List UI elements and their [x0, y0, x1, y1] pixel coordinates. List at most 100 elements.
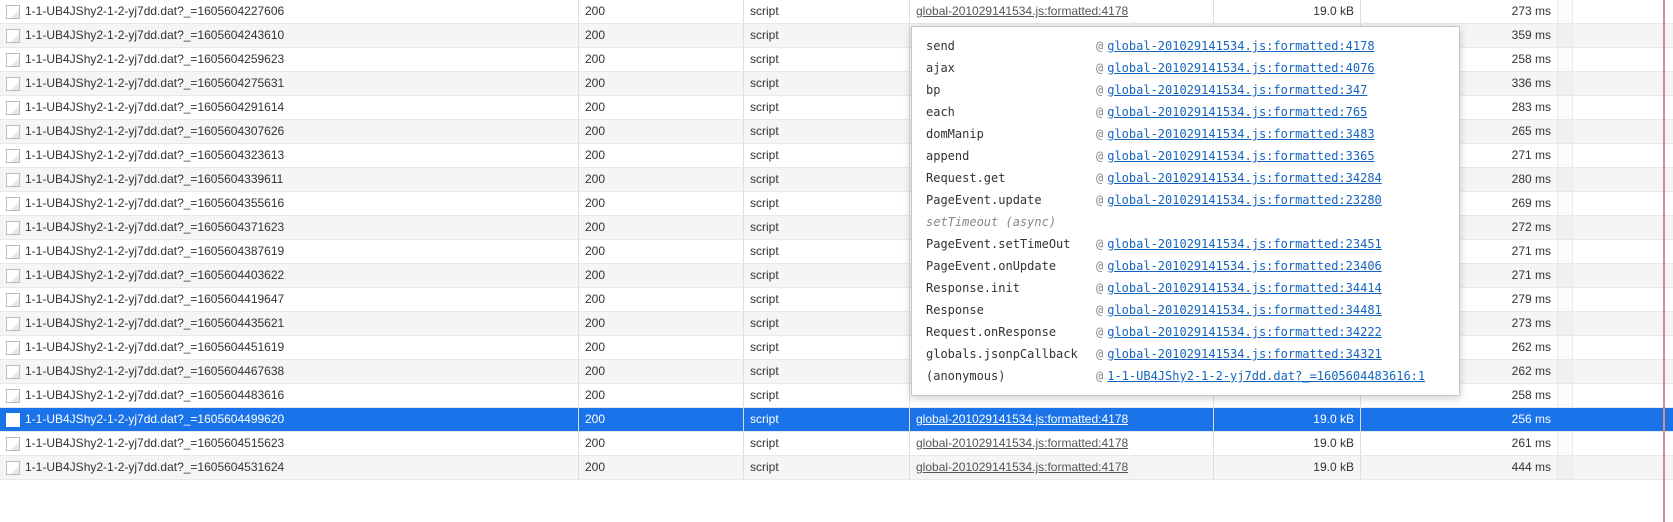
frame-source-link[interactable]: global-201029141534.js:formatted:34414 [1107, 281, 1382, 295]
stack-frame: send@global-201029141534.js:formatted:41… [926, 35, 1445, 57]
frame-source-link[interactable]: global-201029141534.js:formatted:23280 [1107, 193, 1382, 207]
frame-source-link[interactable]: global-201029141534.js:formatted:3483 [1107, 127, 1374, 141]
at-symbol: @ [1096, 347, 1103, 361]
status-cell: 200 [579, 336, 744, 359]
network-row[interactable]: 1-1-UB4JShy2-1-2-yj7dd.dat?_=16056045316… [0, 456, 1673, 480]
initiator-cell[interactable]: global-201029141534.js:formatted:4178 [910, 0, 1214, 23]
request-name: 1-1-UB4JShy2-1-2-yj7dd.dat?_=16056042436… [25, 24, 284, 47]
file-icon [6, 461, 20, 475]
time-cell: 444 ms [1361, 456, 1557, 479]
stack-frame: Request.get@global-201029141534.js:forma… [926, 167, 1445, 189]
frame-source-link[interactable]: global-201029141534.js:formatted:765 [1107, 105, 1367, 119]
at-symbol: @ [1096, 237, 1103, 251]
initiator-link[interactable]: global-201029141534.js:formatted:4178 [916, 460, 1128, 474]
network-row[interactable]: 1-1-UB4JShy2-1-2-yj7dd.dat?_=16056044996… [0, 408, 1673, 432]
request-name: 1-1-UB4JShy2-1-2-yj7dd.dat?_=16056044196… [25, 288, 284, 311]
initiator-link[interactable]: global-201029141534.js:formatted:4178 [916, 412, 1128, 426]
frame-function: PageEvent.update [926, 189, 1096, 211]
type-cell: script [744, 312, 910, 335]
request-name: 1-1-UB4JShy2-1-2-yj7dd.dat?_=16056043716… [25, 216, 284, 239]
name-cell[interactable]: 1-1-UB4JShy2-1-2-yj7dd.dat?_=16056042596… [0, 48, 579, 71]
frame-source-link[interactable]: global-201029141534.js:formatted:23451 [1107, 237, 1382, 251]
name-cell[interactable]: 1-1-UB4JShy2-1-2-yj7dd.dat?_=16056042916… [0, 96, 579, 119]
name-cell[interactable]: 1-1-UB4JShy2-1-2-yj7dd.dat?_=16056044836… [0, 384, 579, 407]
waterfall-cell [1557, 48, 1573, 71]
size-cell: 19.0 kB [1214, 432, 1361, 455]
frame-location: @ global-201029141534.js:formatted:4178 [1096, 35, 1375, 57]
file-icon [6, 341, 20, 355]
type-cell: script [744, 48, 910, 71]
frame-source-link[interactable]: global-201029141534.js:formatted:34321 [1107, 347, 1382, 361]
time-cell: 256 ms [1361, 408, 1557, 431]
file-icon [6, 413, 20, 427]
initiator-cell[interactable]: global-201029141534.js:formatted:4178 [910, 456, 1214, 479]
stack-frame: PageEvent.onUpdate@global-201029141534.j… [926, 255, 1445, 277]
request-name: 1-1-UB4JShy2-1-2-yj7dd.dat?_=16056043396… [25, 168, 283, 191]
status-cell: 200 [579, 288, 744, 311]
file-icon [6, 173, 20, 187]
name-cell[interactable]: 1-1-UB4JShy2-1-2-yj7dd.dat?_=16056043556… [0, 192, 579, 215]
name-cell[interactable]: 1-1-UB4JShy2-1-2-yj7dd.dat?_=16056043076… [0, 120, 579, 143]
file-icon [6, 29, 20, 43]
name-cell[interactable]: 1-1-UB4JShy2-1-2-yj7dd.dat?_=16056044516… [0, 336, 579, 359]
name-cell[interactable]: 1-1-UB4JShy2-1-2-yj7dd.dat?_=16056045156… [0, 432, 579, 455]
size-cell: 19.0 kB [1214, 408, 1361, 431]
file-icon [6, 101, 20, 115]
type-cell: script [744, 288, 910, 311]
request-name: 1-1-UB4JShy2-1-2-yj7dd.dat?_=16056043076… [25, 120, 284, 143]
status-cell: 200 [579, 384, 744, 407]
file-icon [6, 269, 20, 283]
network-row[interactable]: 1-1-UB4JShy2-1-2-yj7dd.dat?_=16056042276… [0, 0, 1673, 24]
frame-function: Response.init [926, 277, 1096, 299]
frame-source-link[interactable]: 1-1-UB4JShy2-1-2-yj7dd.dat?_=16056044836… [1107, 369, 1425, 383]
at-symbol: @ [1096, 281, 1103, 295]
file-icon [6, 245, 20, 259]
frame-function: PageEvent.setTimeOut [926, 233, 1096, 255]
name-cell[interactable]: 1-1-UB4JShy2-1-2-yj7dd.dat?_=16056042276… [0, 0, 579, 23]
initiator-link[interactable]: global-201029141534.js:formatted:4178 [916, 436, 1128, 450]
waterfall-cell [1557, 360, 1573, 383]
frame-source-link[interactable]: global-201029141534.js:formatted:4178 [1107, 39, 1374, 53]
file-icon [6, 53, 20, 67]
stack-frame: PageEvent.setTimeOut@ global-201029141534… [926, 233, 1445, 255]
frame-source-link[interactable]: global-201029141534.js:formatted:34284 [1107, 171, 1382, 185]
at-symbol: @ [1096, 171, 1103, 185]
frame-function: PageEvent.onUpdate [926, 255, 1096, 277]
frame-location: @ global-201029141534.js:formatted:34284 [1096, 167, 1382, 189]
status-cell: 200 [579, 48, 744, 71]
name-cell[interactable]: 1-1-UB4JShy2-1-2-yj7dd.dat?_=16056042756… [0, 72, 579, 95]
type-cell: script [744, 336, 910, 359]
frame-location: @ global-201029141534.js:formatted:34321 [1096, 343, 1382, 365]
name-cell[interactable]: 1-1-UB4JShy2-1-2-yj7dd.dat?_=16056043716… [0, 216, 579, 239]
name-cell[interactable]: 1-1-UB4JShy2-1-2-yj7dd.dat?_=16056043396… [0, 168, 579, 191]
frame-source-link[interactable]: global-201029141534.js:formatted:4076 [1107, 61, 1374, 75]
file-icon [6, 317, 20, 331]
name-cell[interactable]: 1-1-UB4JShy2-1-2-yj7dd.dat?_=16056043236… [0, 144, 579, 167]
name-cell[interactable]: 1-1-UB4JShy2-1-2-yj7dd.dat?_=16056043876… [0, 240, 579, 263]
status-cell: 200 [579, 168, 744, 191]
request-name: 1-1-UB4JShy2-1-2-yj7dd.dat?_=16056044676… [25, 360, 284, 383]
name-cell[interactable]: 1-1-UB4JShy2-1-2-yj7dd.dat?_=16056044996… [0, 408, 579, 431]
name-cell[interactable]: 1-1-UB4JShy2-1-2-yj7dd.dat?_=16056044356… [0, 312, 579, 335]
at-symbol: @ [1096, 149, 1103, 163]
at-symbol: @ [1096, 39, 1103, 53]
initiator-cell[interactable]: global-201029141534.js:formatted:4178 [910, 408, 1214, 431]
size-cell: 19.0 kB [1214, 456, 1361, 479]
name-cell[interactable]: 1-1-UB4JShy2-1-2-yj7dd.dat?_=16056044196… [0, 288, 579, 311]
name-cell[interactable]: 1-1-UB4JShy2-1-2-yj7dd.dat?_=16056042436… [0, 24, 579, 47]
type-cell: script [744, 360, 910, 383]
frame-source-link[interactable]: global-201029141534.js:formatted:3365 [1107, 149, 1374, 163]
frame-source-link[interactable]: global-201029141534.js:formatted:347 [1107, 83, 1367, 97]
frame-source-link[interactable]: global-201029141534.js:formatted:34481 [1107, 303, 1382, 317]
stack-frame: ajax@global-201029141534.js:formatted:40… [926, 57, 1445, 79]
network-row[interactable]: 1-1-UB4JShy2-1-2-yj7dd.dat?_=16056045156… [0, 432, 1673, 456]
frame-source-link[interactable]: global-201029141534.js:formatted:34222 [1107, 325, 1382, 339]
initiator-cell[interactable]: global-201029141534.js:formatted:4178 [910, 432, 1214, 455]
name-cell[interactable]: 1-1-UB4JShy2-1-2-yj7dd.dat?_=16056044036… [0, 264, 579, 287]
frame-location: @global-201029141534.js:formatted:347 [1096, 79, 1367, 101]
name-cell[interactable]: 1-1-UB4JShy2-1-2-yj7dd.dat?_=16056045316… [0, 456, 579, 479]
frame-source-link[interactable]: global-201029141534.js:formatted:23406 [1107, 259, 1382, 273]
waterfall-cell [1557, 216, 1573, 239]
initiator-link[interactable]: global-201029141534.js:formatted:4178 [916, 4, 1128, 18]
name-cell[interactable]: 1-1-UB4JShy2-1-2-yj7dd.dat?_=16056044676… [0, 360, 579, 383]
